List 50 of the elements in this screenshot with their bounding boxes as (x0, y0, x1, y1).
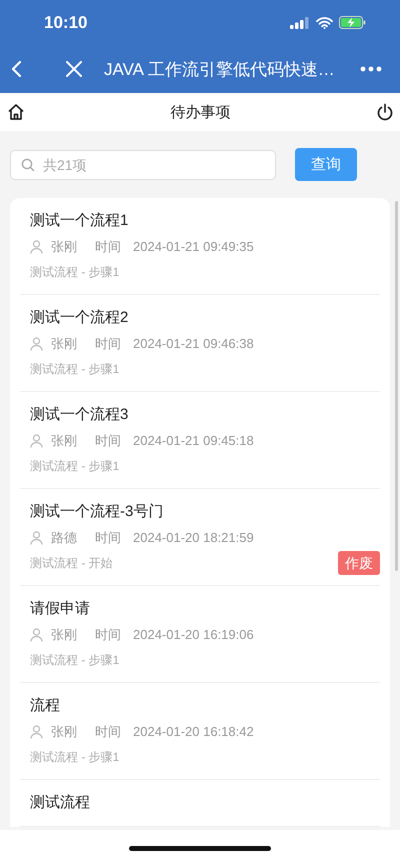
task-title[interactable]: 流程 (30, 697, 380, 715)
task-title[interactable]: 测试一个流程2 (30, 309, 380, 327)
task-user: 路德 (51, 529, 77, 546)
battery-charging-icon (339, 16, 366, 29)
time-label: 时间 (95, 529, 121, 546)
task-title[interactable]: 测试一个流程-3号门 (30, 503, 380, 521)
task-title[interactable]: 请假申请 (30, 600, 380, 618)
user-icon (30, 628, 43, 642)
user-icon (30, 434, 43, 448)
task-title[interactable]: 测试流程 (30, 794, 380, 812)
back-icon[interactable] (10, 60, 22, 78)
task-user: 张刚 (51, 238, 77, 255)
task-time: 2024-01-20 18:21:59 (133, 529, 254, 546)
page-title: JAVA 工作流引擎低代码快速… (104, 58, 336, 80)
task-step: 测试流程 - 步骤1 (30, 748, 120, 764)
status-time: 10:10 (44, 12, 88, 32)
user-icon (30, 336, 43, 350)
home-icon[interactable] (7, 103, 25, 121)
task-user: 张刚 (51, 335, 77, 352)
task-time: 2024-01-21 09:45:18 (133, 432, 254, 449)
user-icon (30, 240, 43, 254)
time-label: 时间 (95, 432, 121, 449)
task-title[interactable]: 测试一个流程3 (30, 406, 380, 424)
power-icon[interactable] (376, 103, 394, 121)
task-title[interactable]: 测试一个流程1 (30, 212, 380, 230)
task-step: 测试流程 - 步骤1 (30, 458, 120, 474)
task-step: 测试流程 - 步骤1 (30, 360, 120, 376)
close-icon[interactable] (66, 61, 82, 77)
search-icon (21, 158, 35, 172)
time-label: 时间 (95, 723, 121, 740)
user-icon (30, 724, 43, 738)
time-label: 时间 (95, 626, 121, 643)
more-icon[interactable] (360, 66, 382, 72)
header-title: 待办事项 (170, 102, 230, 122)
task-user: 张刚 (51, 432, 77, 449)
task-time: 2024-01-20 16:18:42 (133, 723, 254, 740)
search-field[interactable]: 共21项 (10, 150, 276, 180)
time-label: 时间 (95, 335, 121, 352)
task-step: 测试流程 - 步骤1 (30, 264, 120, 280)
task-step: 测试流程 - 开始 (30, 554, 113, 570)
task-time: 2024-01-20 16:19:06 (133, 626, 254, 643)
task-user: 张刚 (51, 626, 77, 643)
time-label: 时间 (95, 238, 121, 255)
task-user: 张刚 (51, 723, 77, 740)
signal-icon (290, 16, 310, 28)
wifi-icon (316, 16, 333, 28)
task-time: 2024-01-21 09:46:38 (133, 335, 254, 352)
task-time: 2024-01-21 09:49:35 (133, 238, 254, 255)
task-step: 测试流程 - 步骤1 (30, 652, 120, 668)
user-icon (30, 530, 43, 544)
